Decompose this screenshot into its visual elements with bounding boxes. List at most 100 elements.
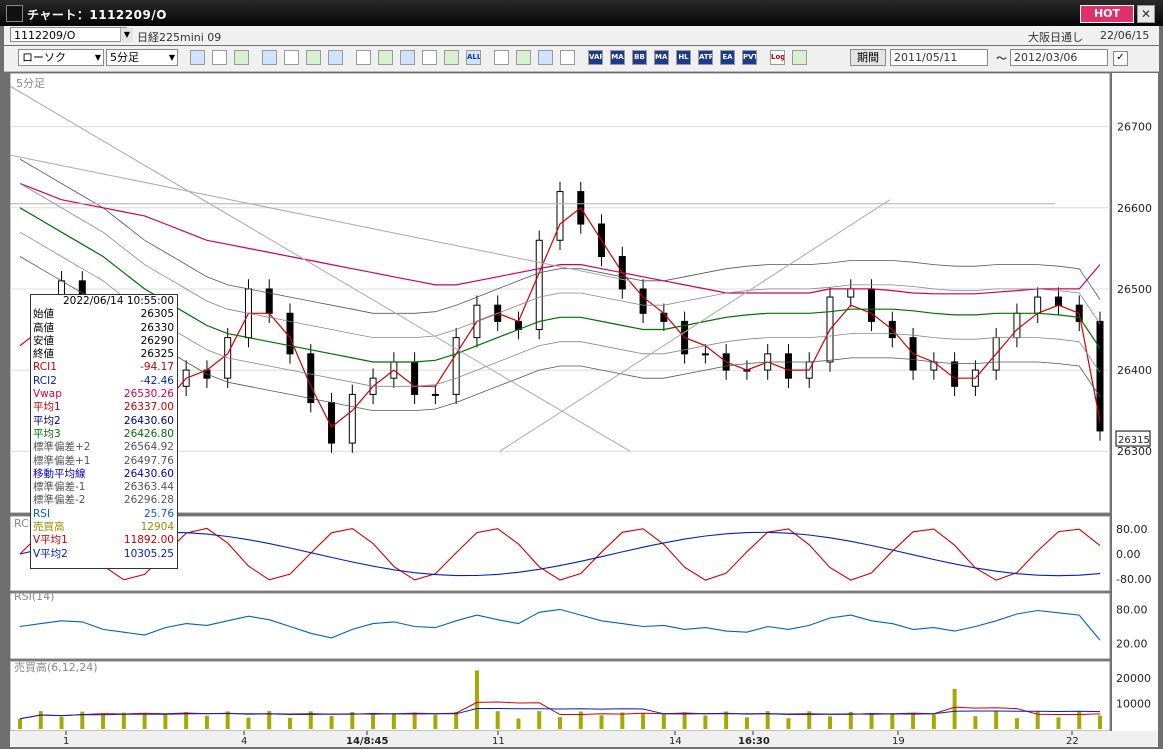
- chart-area[interactable]: 26700 26600 26500 26400 26300 26315 5分足 80.00 0.…: [10, 73, 1158, 747]
- data-row-label: 標準偏差-2: [33, 494, 86, 507]
- volume-bar: [246, 717, 251, 729]
- brush-icon[interactable]: [516, 50, 531, 65]
- settings-icon[interactable]: [494, 50, 509, 65]
- x-tick-label: 14: [669, 736, 682, 747]
- x-tick-label: 19: [892, 736, 905, 747]
- candle-del-icon[interactable]: [444, 50, 459, 65]
- volume-bar: [18, 718, 22, 729]
- data-row-value: 26426.80: [123, 427, 174, 440]
- cursor-icon[interactable]: [378, 50, 393, 65]
- candle-icon[interactable]: [234, 50, 249, 65]
- date-to-input[interactable]: 2012/03/06: [1010, 49, 1108, 66]
- price-tick-label: 26300: [1117, 445, 1152, 458]
- volume-bar: [537, 711, 542, 729]
- bb-icon[interactable]: BB: [632, 50, 647, 65]
- redo-icon[interactable]: [400, 50, 415, 65]
- volume-bar: [1014, 718, 1019, 729]
- data-row-value: 26497.76: [123, 454, 174, 467]
- rci-tick-label: -80.00: [1116, 573, 1151, 586]
- close-button[interactable]: ✕: [1137, 5, 1155, 23]
- interval-select[interactable]: 5分足 ▼: [106, 49, 178, 66]
- grid-icon[interactable]: [212, 50, 227, 65]
- volume-bar: [931, 714, 936, 729]
- data-row-value: 25.76: [143, 507, 174, 520]
- data-row: RCI2 -42.46: [31, 375, 177, 388]
- data-row-label: RSI: [33, 507, 51, 520]
- symbol-input[interactable]: 1112209/O: [10, 27, 127, 42]
- volume-bar: [890, 712, 895, 729]
- data-row: V平均1 11892.00: [31, 534, 177, 547]
- zoom-in-icon[interactable]: [262, 50, 277, 65]
- volume-bar: [1056, 717, 1061, 729]
- app-chart-icon: [6, 5, 23, 22]
- symbol-dropdown-icon[interactable]: ▼: [120, 28, 133, 42]
- volume-bar: [433, 714, 438, 729]
- volume-tick-label: 20000: [1116, 672, 1151, 685]
- ma-icon[interactable]: MA: [610, 50, 625, 65]
- chart-type-select[interactable]: ローソク ▼: [18, 49, 104, 66]
- volume-bar: [101, 714, 106, 729]
- all-icon[interactable]: ALL: [466, 50, 481, 65]
- zoom-icon[interactable]: [190, 50, 205, 65]
- volume-bar: [121, 712, 126, 729]
- log-icon[interactable]: Log: [770, 50, 785, 65]
- volume-bar: [495, 711, 500, 729]
- crosshair-icon[interactable]: [306, 50, 321, 65]
- volume-bar: [703, 715, 708, 729]
- data-row-label: RCI1: [33, 361, 57, 374]
- volume-bar: [142, 713, 147, 729]
- mae-icon[interactable]: MAE: [654, 50, 669, 65]
- data-row-label: 平均1: [33, 401, 61, 414]
- hot-button[interactable]: HOT: [1080, 5, 1134, 23]
- price-tick-label: 26400: [1117, 364, 1152, 377]
- interval-value: 5分足: [110, 51, 139, 64]
- chevron-down-icon: ▼: [168, 53, 175, 62]
- data-window-rows: 始値 26305 高値 26330 安値 26290 終値 26325 RCI1 -94.17 RC…: [31, 308, 177, 561]
- candle-body: [307, 353, 315, 404]
- candle-body: [411, 361, 419, 395]
- volume-bar: [952, 688, 957, 729]
- data-row-value: 26325: [140, 348, 174, 361]
- data-row: 平均1 26337.00: [31, 401, 177, 414]
- volume-bar: [558, 717, 562, 729]
- bar-chart-icon[interactable]: [284, 50, 299, 65]
- x-tick-label: 1: [63, 736, 69, 747]
- data-row-value: 26564.92: [123, 441, 174, 454]
- ea-icon[interactable]: EA: [720, 50, 735, 65]
- color-icon[interactable]: [538, 50, 553, 65]
- grid-toggle-icon[interactable]: [560, 50, 575, 65]
- symbol-bar: 1112209/O ▼ 日経225mini 09 大阪日通し 22/06/15: [4, 26, 1159, 45]
- time-axis: [10, 731, 1158, 747]
- pvt-icon[interactable]: PVT: [742, 50, 757, 65]
- atr-icon[interactable]: ATR: [698, 50, 713, 65]
- volume-bar: [828, 716, 832, 729]
- volume-bar: [184, 712, 189, 729]
- save-icon[interactable]: [792, 50, 807, 65]
- chart-canvas[interactable]: 26700 26600 26500 26400 2630026315 5分足 80.00 0.…: [10, 73, 1158, 747]
- period-button[interactable]: 期間: [850, 49, 886, 66]
- price-tick-label: 26700: [1117, 121, 1152, 134]
- candle-split-icon[interactable]: [422, 50, 437, 65]
- volume-bar: [599, 715, 604, 729]
- volume-tick-label: 10000: [1116, 697, 1151, 710]
- hl-icon[interactable]: HL: [676, 50, 691, 65]
- apply-check-icon[interactable]: ✓: [1113, 51, 1128, 66]
- data-row-value: 26363.44: [123, 481, 174, 494]
- info-icon[interactable]: [328, 50, 343, 65]
- candle-body: [431, 393, 439, 396]
- candle-body: [701, 353, 709, 356]
- chart-type-value: ローソク: [22, 51, 66, 64]
- volume-bar: [786, 718, 791, 729]
- vap-icon[interactable]: VAP: [588, 50, 603, 65]
- pen-icon[interactable]: [356, 50, 371, 65]
- data-row: 標準偏差+1 26497.76: [31, 455, 177, 468]
- date-from-input[interactable]: 2011/05/11: [890, 49, 988, 66]
- data-row-label: 始値: [33, 308, 54, 321]
- data-row: Vwap 26530.26: [31, 388, 177, 401]
- data-row: 安値 26290: [31, 335, 177, 348]
- data-row-value: -94.17: [140, 361, 174, 374]
- data-row-value: 12904: [140, 521, 174, 534]
- volume-bar: [371, 714, 376, 729]
- data-row: 売買高 12904: [31, 521, 177, 534]
- volume-bar: [59, 716, 64, 729]
